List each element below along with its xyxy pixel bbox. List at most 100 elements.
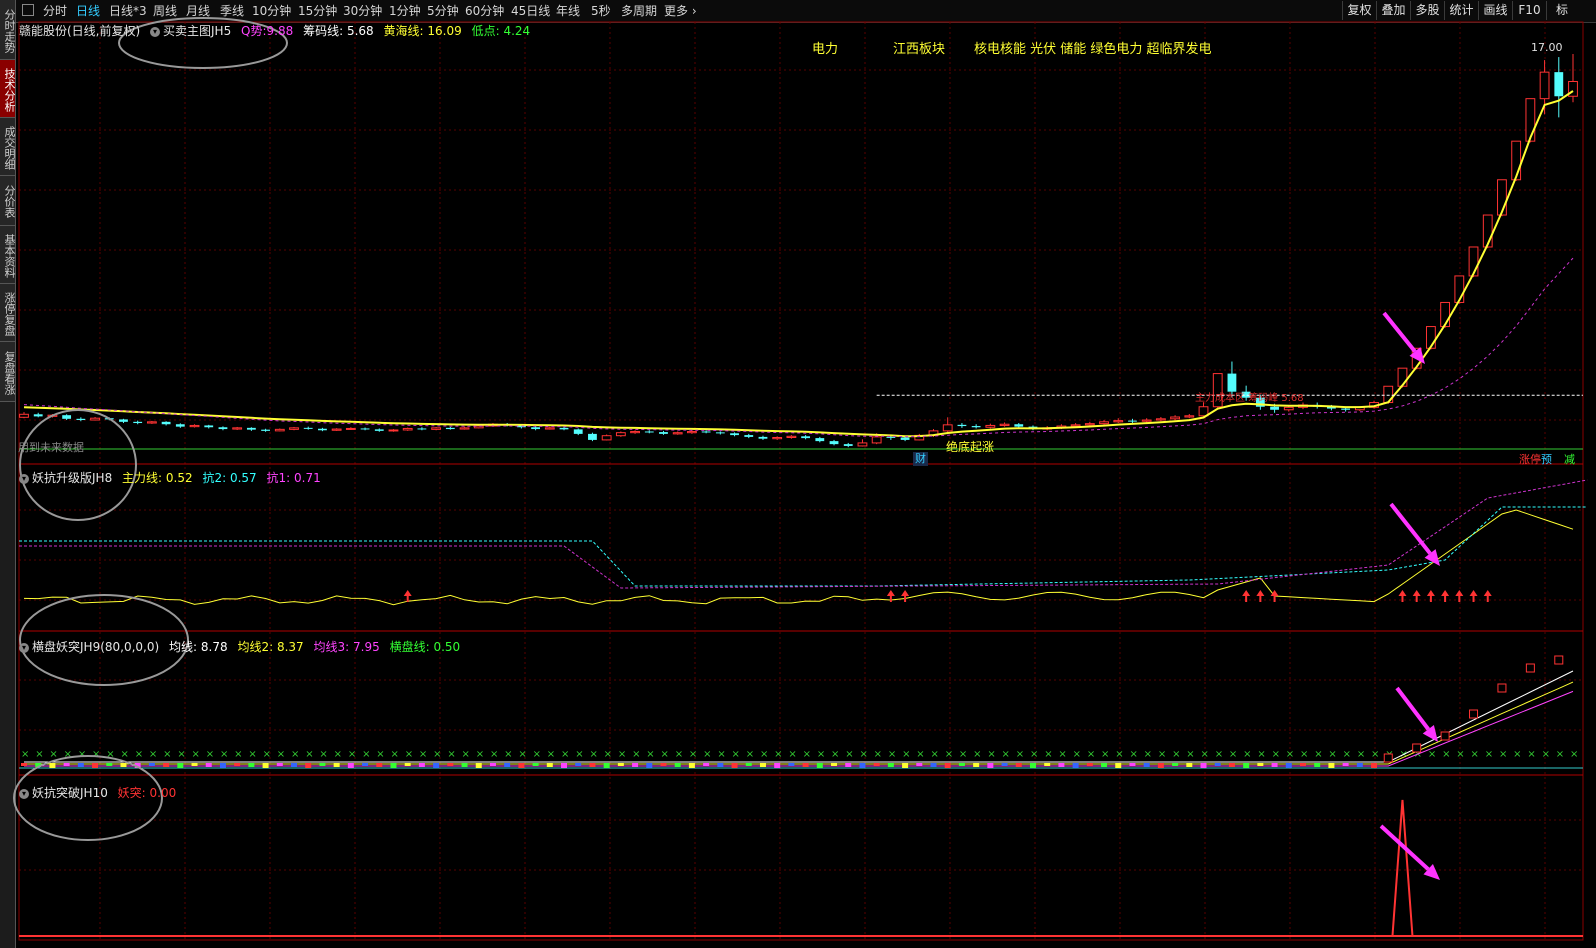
flat-bar [603, 763, 610, 768]
pointer-arrow [1395, 686, 1430, 731]
metric-chip-line: 筹码线: 5.68 [303, 24, 374, 38]
flat-bar [404, 763, 411, 766]
flat-marker: × [1243, 749, 1251, 760]
candle-body [588, 433, 597, 440]
flat-marker: × [21, 749, 29, 760]
flat-bar [433, 763, 440, 768]
candle-body [1525, 98, 1536, 142]
candle-body [360, 428, 370, 430]
flat-marker: × [263, 749, 271, 760]
flat-marker: × [746, 749, 754, 760]
flat-bar [333, 763, 340, 767]
flat-marker: × [1542, 749, 1550, 760]
candle-body [815, 438, 825, 442]
flat-marker: × [1442, 749, 1450, 760]
indicator-settings-icon[interactable]: ▾ [19, 473, 29, 484]
panel2-plot [19, 479, 1588, 606]
indicator-settings-icon[interactable]: ▾ [19, 642, 29, 653]
candle-body [857, 442, 868, 447]
pointer-arrow [1389, 502, 1432, 555]
cost-zone-label: 主力成本区 筹码峰 5.68 [1195, 393, 1304, 404]
flat-bar [1172, 763, 1179, 766]
flat-bar [347, 763, 354, 768]
flat-bar [1058, 763, 1065, 767]
candle-body [1113, 420, 1124, 423]
flat-marker: × [1030, 749, 1038, 760]
flat-marker: × [305, 749, 313, 760]
flat-marker: × [1343, 749, 1351, 760]
flat-bar [291, 763, 298, 767]
flat-marker: × [874, 749, 882, 760]
flat-marker: × [902, 749, 910, 760]
flat-bar [1228, 763, 1235, 767]
flat-bar [916, 763, 923, 766]
candle-body [871, 436, 882, 444]
flat-marker: × [589, 749, 597, 760]
badge-reduce[interactable]: 减 [1564, 453, 1575, 466]
indicator-settings-icon[interactable]: ▾ [150, 26, 161, 37]
flat-bar [1001, 763, 1008, 766]
panel2-indicator-name[interactable]: 妖抗升级版JH8 [32, 471, 112, 485]
signal-badges: 涨停预减 [1519, 452, 1575, 467]
candle-body [801, 436, 811, 439]
candle-body [1270, 406, 1279, 410]
candle-body [19, 413, 29, 418]
flat-bar [958, 763, 965, 766]
flat-marker: × [760, 749, 768, 760]
concept-power[interactable]: 电力 [812, 43, 838, 57]
badge-limit-up[interactable]: 涨停 [1519, 453, 1541, 466]
candle-body [615, 432, 626, 437]
flat-marker: × [916, 749, 924, 760]
flat-bar [717, 763, 724, 767]
flat-marker: × [490, 749, 498, 760]
flat-marker: × [1513, 749, 1521, 760]
flat-marker: × [703, 749, 711, 760]
flat-bar [1072, 763, 1079, 768]
candle-body [303, 427, 313, 429]
flat-bar [930, 763, 937, 767]
candle-body [119, 419, 128, 422]
flat-marker: × [973, 749, 981, 760]
candle-body [772, 437, 783, 440]
candle-body [345, 427, 356, 430]
metric-q: Q势:9.88 [241, 24, 294, 38]
main-indicator-name[interactable]: 买卖主图JH5 [163, 24, 231, 38]
flat-bar [802, 763, 809, 767]
candle-body [1184, 415, 1195, 418]
flat-marker: × [1286, 749, 1294, 760]
candle-body [417, 428, 427, 430]
candle-body [1128, 420, 1137, 422]
flat-marker: × [518, 749, 526, 760]
flat-bar [205, 763, 212, 767]
financial-marker[interactable]: 财 [913, 452, 928, 466]
future-data-label: 用到未来数据 [18, 441, 84, 454]
candle-body [999, 423, 1010, 426]
flat-bar [845, 763, 852, 767]
candle-body [573, 429, 583, 434]
flat-bar [1200, 763, 1207, 768]
flat-bar [1271, 763, 1278, 767]
flat-bar [148, 763, 155, 766]
flat-marker: × [1272, 749, 1280, 760]
flat-bar [660, 763, 667, 766]
flat-marker: × [931, 749, 939, 760]
flat-marker: × [845, 749, 853, 760]
concept-jiangxi[interactable]: 江西板块 [893, 43, 945, 57]
panel3-indicator-name[interactable]: 横盘妖突JH9(80,0,0,0) [32, 640, 159, 654]
flat-marker: × [447, 749, 455, 760]
bottom-rise-label: 绝底起涨 [946, 440, 995, 454]
concept-list[interactable]: 核电核能 光伏 储能 绿色电力 超临界发电 [974, 43, 1212, 57]
candle-body [1155, 418, 1166, 421]
flat-bar [1029, 763, 1036, 768]
flat-marker: × [1229, 749, 1237, 760]
indicator-settings-icon[interactable]: ▾ [19, 788, 29, 799]
candle-body [971, 426, 981, 428]
flat-bar [305, 763, 312, 768]
flat-marker: × [177, 749, 185, 760]
candle-body [1141, 419, 1152, 422]
flat-marker: × [732, 749, 740, 760]
flat-bar [1186, 763, 1193, 767]
candle-body [459, 427, 470, 430]
panel4-indicator-name[interactable]: 妖抗突破JH10 [32, 786, 108, 800]
badge-forecast[interactable]: 预 [1541, 453, 1552, 466]
